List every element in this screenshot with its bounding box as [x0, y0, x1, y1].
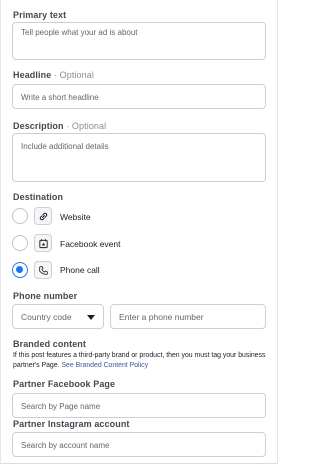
- destination-label: Destination: [13, 192, 64, 202]
- primary-text-input[interactable]: Tell people what your ad is about: [12, 22, 266, 60]
- destination-option-facebook-event[interactable]: Facebook event: [60, 239, 120, 249]
- description-optional: · Optional: [63, 121, 107, 131]
- description-label-text: Description: [13, 121, 64, 131]
- description-placeholder: Include additional details: [21, 142, 109, 151]
- branded-content-label: Branded content: [13, 339, 87, 349]
- branded-content-policy-link[interactable]: See Branded Content Policy: [61, 362, 148, 369]
- destination-option-website[interactable]: Website: [60, 212, 91, 222]
- partner-instagram-placeholder: Search by account name: [21, 441, 110, 450]
- destination-option-phone-call[interactable]: Phone call: [60, 265, 100, 275]
- phone-icon: [34, 261, 52, 279]
- partner-facebook-placeholder: Search by Page name: [21, 402, 101, 411]
- partner-instagram-label: Partner Instagram account: [13, 419, 130, 429]
- headline-input[interactable]: Write a short headline: [12, 84, 266, 109]
- partner-instagram-search[interactable]: Search by account name: [12, 432, 266, 457]
- headline-label: Headline · Optional: [13, 70, 94, 80]
- phone-number-input[interactable]: Enter a phone number: [110, 304, 266, 329]
- calendar-icon: [34, 234, 52, 252]
- ad-creative-form: Primary text Tell people what your ad is…: [0, 0, 278, 464]
- country-code-value: Country code: [21, 312, 72, 322]
- branded-content-description: If this post features a third-party bran…: [13, 351, 269, 370]
- phone-number-label: Phone number: [13, 291, 78, 301]
- link-icon: [34, 207, 52, 225]
- headline-optional: · Optional: [51, 70, 94, 80]
- primary-text-placeholder: Tell people what your ad is about: [21, 28, 138, 37]
- partner-facebook-search[interactable]: Search by Page name: [12, 393, 266, 418]
- headline-label-text: Headline: [13, 70, 52, 80]
- phone-number-placeholder: Enter a phone number: [119, 312, 204, 322]
- description-label: Description · Optional: [13, 121, 106, 131]
- headline-placeholder: Write a short headline: [21, 93, 99, 102]
- description-input[interactable]: Include additional details: [12, 133, 266, 182]
- destination-radio-phone-call[interactable]: [12, 262, 28, 278]
- partner-facebook-label: Partner Facebook Page: [13, 379, 116, 389]
- destination-radio-facebook-event[interactable]: [12, 235, 28, 251]
- primary-text-label: Primary text: [13, 10, 67, 20]
- caret-down-icon: [87, 315, 95, 320]
- country-code-select[interactable]: Country code: [12, 304, 104, 329]
- destination-radio-website[interactable]: [12, 208, 28, 224]
